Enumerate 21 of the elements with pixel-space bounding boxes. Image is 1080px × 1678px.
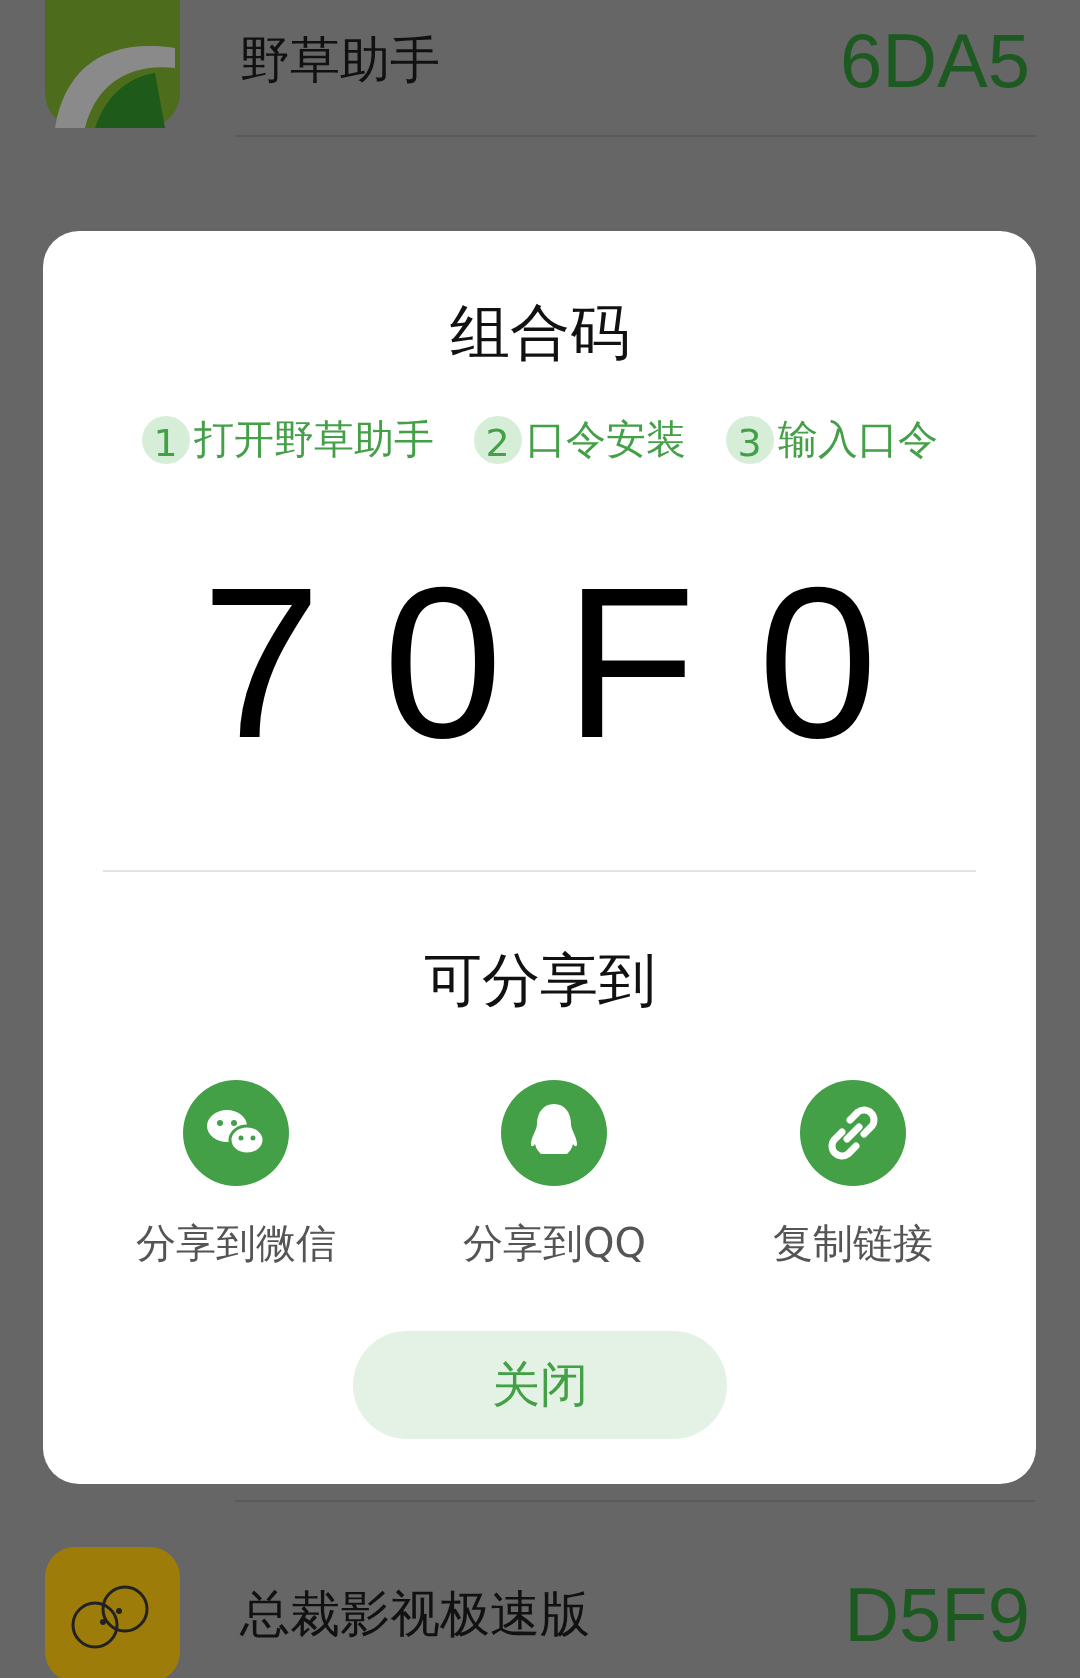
share-option[interactable]: 分享到QQ: [463, 1080, 646, 1271]
dialog-title: 组合码: [449, 296, 630, 369]
step-label: 打开野草助手: [193, 415, 434, 464]
app-icon: [45, 0, 180, 128]
chat-bubbles-icon: [183, 1080, 290, 1186]
combo-code: 70F0: [200, 555, 940, 770]
share-title: 可分享到: [423, 945, 656, 1016]
link-icon: [799, 1080, 906, 1186]
share-option[interactable]: 复制链接: [772, 1080, 933, 1271]
step-number: 3: [725, 415, 774, 464]
app-code: D5F9: [844, 1570, 1030, 1658]
penguin-icon: [501, 1080, 608, 1186]
step-number: 1: [141, 415, 190, 464]
app-name: 总裁影视极速版: [240, 1583, 591, 1645]
step-label: 口令安装: [525, 415, 686, 464]
step-number: 2: [473, 415, 522, 464]
app-code: 6DA5: [839, 16, 1030, 104]
app-name: 野草助手: [240, 29, 441, 91]
app-icon: [45, 1546, 180, 1678]
step-label: 输入口令: [777, 415, 938, 464]
share-option[interactable]: 分享到微信: [136, 1080, 337, 1271]
